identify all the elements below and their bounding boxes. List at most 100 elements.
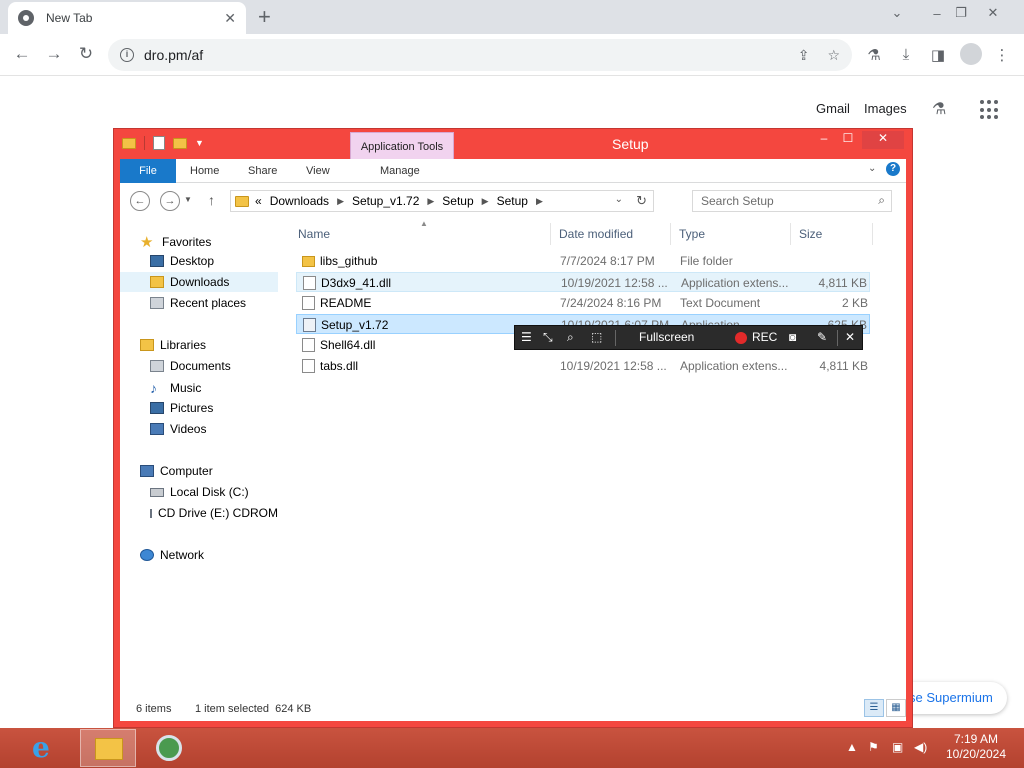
explorer-titlebar[interactable]: ▼ Application Tools Setup – ☐ ✕ [114,129,912,159]
close-tab-icon[interactable]: ✕ [224,10,236,27]
help-icon[interactable]: ? [886,162,900,176]
recorder-menu-icon[interactable]: ☰ [521,330,532,344]
customize-chevron-icon[interactable]: ▼ [195,138,204,148]
network-tray-icon[interactable]: ▣ [892,740,903,754]
gmail-link[interactable]: Gmail [816,101,850,116]
quick-access-toolbar: ▼ [122,136,204,150]
nav-cd-drive[interactable]: CD Drive (E:) CDROM [150,506,278,520]
breadcrumb-setup-current[interactable]: Setup [497,194,528,208]
explorer-address-bar[interactable]: « Downloads ▶ Setup_v1.72 ▶ Setup ▶ Setu… [230,190,654,212]
menu-kebab-icon[interactable]: ⋮ [992,46,1012,64]
column-type[interactable]: Type [679,227,705,241]
properties-icon[interactable] [153,136,165,150]
breadcrumb-setup-v172[interactable]: Setup_v1.72 [352,194,419,208]
tab-manage[interactable]: Manage [380,159,420,183]
address-dropdown-icon[interactable]: ⌄ [615,194,623,205]
refresh-icon[interactable]: ↻ [636,193,647,209]
search-icon[interactable]: ⌕ [878,193,885,208]
taskbar-file-explorer[interactable] [80,729,136,767]
nav-computer[interactable]: Computer [140,464,213,478]
computer-icon [140,465,154,477]
column-name[interactable]: Name [298,227,330,241]
nav-documents[interactable]: Documents [150,359,231,373]
nav-libraries[interactable]: Libraries [140,338,206,352]
close-window-icon[interactable]: ✕ [976,0,1010,26]
navigation-pane: ★ Favorites Desktop Downloads Recent plac… [120,219,280,695]
recorder-shrink-icon[interactable]: ⤡ [543,330,553,345]
search-labs-icon[interactable]: ⚗ [932,99,946,119]
nav-videos[interactable]: Videos [150,422,206,436]
site-info-icon[interactable]: i [120,48,134,62]
nav-pictures[interactable]: Pictures [150,401,213,415]
search-input[interactable]: Search Setup ⌕ [692,190,892,212]
recorder-zoom-icon[interactable]: ⌕ [567,330,574,345]
nav-network[interactable]: Network [140,548,204,562]
nav-downloads[interactable]: Downloads [120,272,278,292]
taskbar-internet-explorer[interactable]: e [18,729,74,767]
explorer-window: ▼ Application Tools Setup – ☐ ✕ File Hom… [113,128,913,728]
explorer-maximize-icon[interactable]: ☐ [836,131,860,149]
new-folder-icon[interactable] [173,137,187,149]
profile-avatar[interactable] [960,43,982,65]
tab-share[interactable]: Share [248,159,277,183]
dll-file-icon [303,276,316,290]
new-tab-button[interactable]: + [258,4,271,30]
reload-icon[interactable]: ↻ [75,44,97,64]
labs-flask-icon[interactable]: ⚗ [864,46,884,64]
explorer-back-icon[interactable]: ← [130,191,150,211]
column-size[interactable]: Size [799,227,822,241]
expand-ribbon-icon[interactable]: ⌄ [868,163,876,174]
images-link[interactable]: Images [864,101,907,116]
tab-new-tab[interactable]: New Tab ✕ [8,2,246,34]
taskbar-supermium[interactable] [142,729,198,767]
breadcrumb-setup[interactable]: Setup [442,194,473,208]
camera-icon[interactable]: ◙ [789,330,796,344]
tab-search-icon[interactable]: ⌄ [880,0,914,26]
nav-local-disk[interactable]: Local Disk (C:) [150,485,249,499]
share-icon[interactable]: ⇪ [798,47,810,64]
explorer-forward-icon[interactable]: → [160,191,180,211]
tab-view[interactable]: View [306,159,330,183]
file-row-readme[interactable]: README 7/24/2024 8:16 PM Text Document 2… [296,293,870,313]
download-icon[interactable]: ⤓ [896,46,916,63]
column-date-modified[interactable]: Date modified [559,227,633,241]
nav-recent-places[interactable]: Recent places [150,296,246,310]
address-bar[interactable]: i dro.pm/af ⇪ ☆ [108,39,852,71]
side-panel-icon[interactable]: ◨ [928,46,948,64]
volume-icon[interactable]: ◀) [914,740,927,754]
google-apps-icon[interactable] [980,100,1000,120]
large-icons-view-icon[interactable]: ▦ [886,699,906,717]
show-hidden-icons-icon[interactable]: ▲ [846,740,858,754]
nav-music[interactable]: ♪ Music [150,380,201,396]
tab-file[interactable]: File [120,159,176,183]
nav-desktop[interactable]: Desktop [150,254,214,268]
libraries-icon [140,339,154,351]
documents-icon [150,360,164,372]
forward-arrow-icon[interactable]: → [43,44,65,64]
back-arrow-icon[interactable]: ← [11,44,33,64]
action-center-flag-icon[interactable]: ⚑ [868,740,879,754]
search-placeholder: Search Setup [701,194,774,208]
explorer-minimize-icon[interactable]: – [812,131,836,149]
fullscreen-button[interactable]: Fullscreen [639,330,694,344]
up-folder-icon[interactable]: ↑ [208,192,215,208]
file-row-tabs-dll[interactable]: tabs.dll 10/19/2021 12:58 ... Applicatio… [296,356,870,376]
nav-favorites[interactable]: ★ Favorites [140,233,211,251]
recorder-crop-icon[interactable]: ⬚ [591,330,602,344]
explorer-close-icon[interactable]: ✕ [862,131,904,149]
file-row-d3dx9[interactable]: D3dx9_41.dll 10/19/2021 12:58 ... Applic… [296,272,870,292]
rec-button[interactable]: REC [752,330,777,344]
sort-ascending-icon: ▲ [420,219,428,228]
tab-home[interactable]: Home [190,159,219,183]
file-row-libs-github[interactable]: libs_github 7/7/2024 8:17 PM File folder [296,251,870,271]
breadcrumb-downloads[interactable]: Downloads [270,194,329,208]
pencil-icon[interactable]: ✎ [817,330,827,344]
details-view-icon[interactable]: ☰ [864,699,884,717]
bookmark-star-icon[interactable]: ☆ [827,47,840,64]
system-clock[interactable]: 7:19 AM 10/20/2024 [938,732,1014,762]
recorder-close-icon[interactable]: ✕ [845,330,855,344]
recent-locations-icon[interactable]: ▼ [184,195,192,204]
restore-icon[interactable]: ❐ [944,0,978,26]
downloads-folder-icon [150,276,164,288]
breadcrumb-overflow[interactable]: « [255,194,262,208]
